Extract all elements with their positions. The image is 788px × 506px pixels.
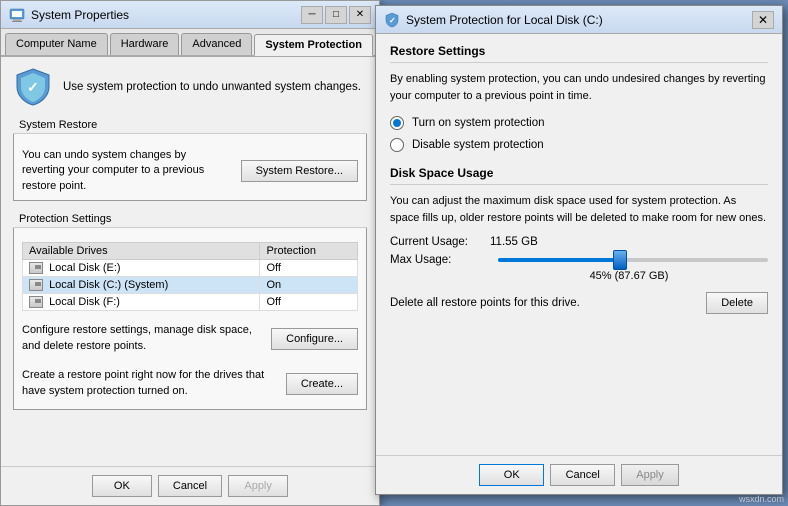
current-usage-value: 11.55 GB: [490, 236, 538, 248]
system-restore-button[interactable]: System Restore...: [241, 160, 358, 182]
header-section: ✓ Use system protection to undo unwanted…: [13, 67, 367, 107]
protection-col-header: Protection: [260, 243, 358, 260]
sp-close-button[interactable]: ✕: [752, 11, 774, 29]
tabs-container: Computer Name Hardware Advanced System P…: [1, 29, 379, 57]
system-properties-title: System Properties: [31, 8, 301, 22]
configure-text: Configure restore settings, manage disk …: [22, 323, 271, 354]
sp-titlebar: ✓ System Protection for Local Disk (C:) …: [376, 6, 782, 34]
sp-apply-button[interactable]: Apply: [621, 464, 679, 486]
disk-usage-section: Disk Space Usage You can adjust the maxi…: [390, 166, 768, 314]
slider-thumb[interactable]: [613, 250, 627, 270]
turn-on-radio[interactable]: [390, 116, 404, 130]
sp-title-icon: ✓: [384, 12, 400, 28]
protection-settings-content: Available Drives Protection Local Disk (…: [14, 236, 366, 409]
disk-usage-description: You can adjust the maximum disk space us…: [390, 193, 768, 226]
max-usage-row: Max Usage:: [390, 254, 768, 266]
create-section: Create a restore point right now for the…: [22, 364, 358, 403]
system-properties-titlebar: System Properties ─ □ ✕: [1, 1, 379, 29]
current-usage-row: Current Usage: 11.55 GB: [390, 236, 768, 248]
close-button[interactable]: ✕: [349, 6, 371, 24]
restore-settings-section: Restore Settings By enabling system prot…: [390, 44, 768, 152]
protection-settings-group: Protection Settings Available Drives Pro…: [13, 211, 367, 410]
sp-ok-button[interactable]: OK: [479, 464, 544, 486]
tab-computer-name[interactable]: Computer Name: [5, 33, 108, 55]
tab-hardware[interactable]: Hardware: [110, 33, 180, 55]
delete-text: Delete all restore points for this drive…: [390, 297, 580, 309]
drive-c-name: Local Disk (C:) (System): [23, 277, 260, 294]
cancel-button[interactable]: Cancel: [158, 475, 222, 497]
system-restore-title: System Restore: [13, 117, 367, 134]
drives-col-header: Available Drives: [23, 243, 260, 260]
title-controls: ─ □ ✕: [301, 6, 371, 24]
create-button[interactable]: Create...: [286, 373, 358, 395]
maximize-button[interactable]: □: [325, 6, 347, 24]
system-restore-description: You can undo system changes by reverting…: [22, 148, 231, 194]
header-text: Use system protection to undo unwanted s…: [63, 79, 361, 95]
sp-dialog-title: System Protection for Local Disk (C:): [406, 13, 752, 27]
system-properties-window: System Properties ─ □ ✕ Computer Name Ha…: [0, 0, 380, 506]
max-usage-label: Max Usage:: [390, 254, 490, 266]
slider-percent: 45% (87.67 GB): [490, 270, 768, 282]
turn-on-option[interactable]: Turn on system protection: [390, 116, 768, 130]
tab-advanced[interactable]: Advanced: [181, 33, 252, 55]
shield-icon: ✓: [13, 67, 53, 107]
drives-table: Available Drives Protection Local Disk (…: [22, 242, 358, 311]
bottom-buttons: OK Cancel Apply: [1, 466, 379, 505]
sp-dialog-content: Restore Settings By enabling system prot…: [376, 34, 782, 324]
protection-settings-title: Protection Settings: [13, 211, 367, 228]
system-restore-group: System Restore You can undo system chang…: [13, 117, 367, 201]
ok-button[interactable]: OK: [92, 475, 152, 497]
sp-bottom-buttons: OK Cancel Apply: [376, 455, 782, 494]
create-text: Create a restore point right now for the…: [22, 368, 286, 399]
disk-usage-divider: [390, 184, 768, 185]
disable-option[interactable]: Disable system protection: [390, 138, 768, 152]
minimize-button[interactable]: ─: [301, 6, 323, 24]
drive-e-protection: Off: [260, 260, 358, 277]
sp-cancel-button[interactable]: Cancel: [550, 464, 615, 486]
system-properties-content: ✓ Use system protection to undo unwanted…: [1, 57, 379, 430]
system-restore-content: You can undo system changes by reverting…: [14, 142, 366, 200]
drive-f-protection: Off: [260, 294, 358, 311]
disable-radio[interactable]: [390, 138, 404, 152]
slider-fill: [498, 258, 620, 262]
restore-description: By enabling system protection, you can u…: [390, 71, 768, 104]
system-properties-icon: [9, 7, 25, 23]
sp-dialog: ✓ System Protection for Local Disk (C:) …: [375, 5, 783, 495]
table-row: Local Disk (C:) (System) On: [23, 277, 358, 294]
delete-button[interactable]: Delete: [706, 292, 768, 314]
disk-space-slider[interactable]: [498, 258, 768, 262]
delete-row: Delete all restore points for this drive…: [390, 292, 768, 314]
restore-divider: [390, 62, 768, 63]
drive-icon: [29, 296, 43, 308]
restore-settings-title: Restore Settings: [390, 44, 768, 58]
svg-text:✓: ✓: [389, 16, 396, 25]
table-row: Local Disk (E:) Off: [23, 260, 358, 277]
table-row: Local Disk (F:) Off: [23, 294, 358, 311]
apply-button[interactable]: Apply: [228, 475, 288, 497]
drive-f-name: Local Disk (F:): [23, 294, 260, 311]
disable-label: Disable system protection: [412, 139, 544, 151]
disk-usage-title: Disk Space Usage: [390, 166, 768, 180]
svg-text:✓: ✓: [27, 79, 39, 95]
system-restore-row: You can undo system changes by reverting…: [22, 148, 358, 194]
configure-button[interactable]: Configure...: [271, 328, 358, 350]
drive-icon: [29, 262, 43, 274]
configure-section: Configure restore settings, manage disk …: [22, 319, 358, 358]
drive-c-protection: On: [260, 277, 358, 294]
drive-icon: [29, 279, 43, 291]
watermark: wsxdn.com: [739, 494, 784, 504]
current-usage-label: Current Usage:: [390, 236, 490, 248]
tab-system-protection[interactable]: System Protection: [254, 34, 373, 56]
turn-on-label: Turn on system protection: [412, 117, 545, 129]
drive-e-name: Local Disk (E:): [23, 260, 260, 277]
